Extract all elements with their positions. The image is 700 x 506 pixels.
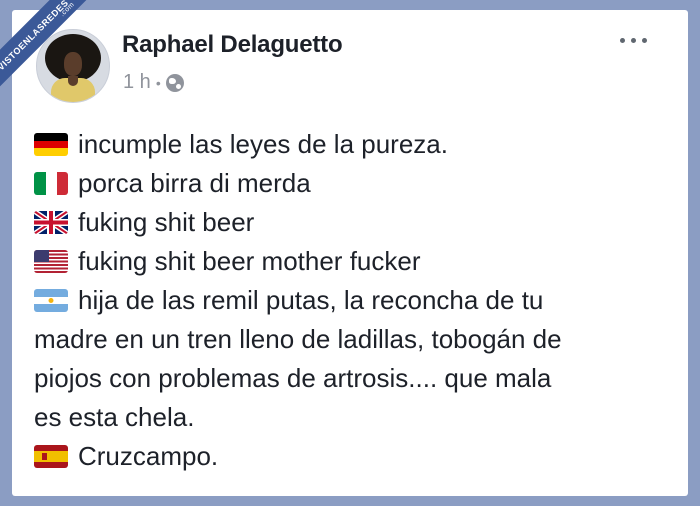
post-line-text: porca birra di merda: [78, 168, 311, 198]
post-line: Cruzcampo.: [34, 437, 674, 476]
author-name[interactable]: Raphael Delaguetto: [122, 31, 343, 59]
post-line-text: incumple las leyes de la pureza.: [78, 129, 448, 159]
menu-dot: [642, 38, 647, 43]
menu-dot: [620, 38, 625, 43]
post-card: Raphael Delaguetto 1 h • incumple las le…: [12, 10, 688, 496]
post-line: incumple las leyes de la pureza.: [34, 125, 674, 164]
post-line-continuation: piojos con problemas de artrosis.... que…: [34, 363, 552, 393]
italy-flag-icon: [34, 172, 68, 195]
post-line-text: hija de las remil putas, la reconcha de …: [78, 285, 544, 315]
post-line-continuation: es esta chela.: [34, 402, 195, 432]
post-line: fuking shit beer: [34, 203, 674, 242]
post-line-text: Cruzcampo.: [78, 441, 219, 471]
avatar-face: [64, 52, 82, 76]
post-line-continuation: madre en un tren lleno de ladillas, tobo…: [34, 324, 562, 354]
spain-flag-icon: [34, 445, 68, 468]
more-options-icon[interactable]: [620, 38, 647, 43]
post-meta: 1 h •: [123, 71, 184, 94]
avatar[interactable]: [36, 29, 110, 103]
argentina-flag-icon: [34, 289, 68, 312]
post-line-text: fuking shit beer mother fucker: [78, 246, 421, 276]
meta-separator: •: [155, 74, 161, 91]
usa-flag-icon: [34, 250, 68, 273]
uk-flag-icon: [34, 211, 68, 234]
germany-flag-icon: [34, 133, 68, 156]
post-body: incumple las leyes de la pureza. porca b…: [34, 125, 674, 476]
post-line: porca birra di merda: [34, 164, 674, 203]
menu-dot: [631, 38, 636, 43]
post-line-text: fuking shit beer: [78, 207, 255, 237]
post-timestamp[interactable]: 1 h: [123, 71, 151, 94]
post-line: hija de las remil putas, la reconcha de …: [34, 281, 674, 320]
avatar-neck: [68, 76, 78, 86]
post-line: fuking shit beer mother fucker: [34, 242, 674, 281]
globe-icon[interactable]: [165, 73, 184, 92]
